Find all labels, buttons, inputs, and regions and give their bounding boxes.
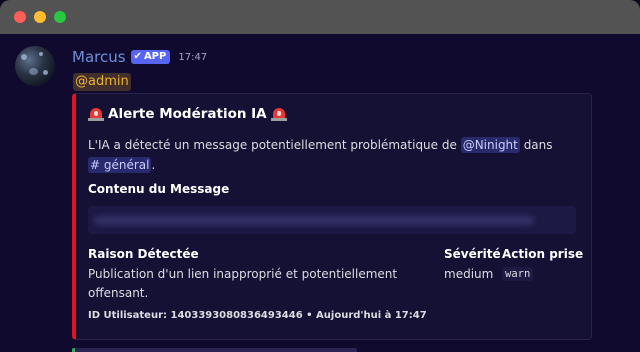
app-badge: ✔ APP — [130, 50, 171, 64]
role-mention-admin[interactable]: @admin — [73, 73, 131, 91]
minimize-window-button[interactable] — [34, 11, 46, 23]
checkmark-icon: ✔ — [133, 51, 142, 62]
rotating-light-icon — [88, 106, 104, 122]
description-text: . — [151, 158, 156, 172]
maximize-window-button[interactable] — [54, 11, 66, 23]
field-name-contenu: Contenu du Message — [88, 182, 230, 196]
app-window: Marcus ✔ APP 17:47 @admin Alerte Modérat… — [0, 0, 640, 352]
field-value-severite: medium — [444, 267, 494, 281]
spoiler-blur — [94, 216, 534, 225]
field-name-action: Action prise — [502, 247, 584, 261]
next-embed-edge — [72, 348, 357, 352]
message-area: Marcus ✔ APP 17:47 @admin Alerte Modérat… — [0, 34, 640, 352]
channel-mention[interactable]: # général — [88, 157, 152, 173]
avatar[interactable] — [15, 46, 55, 86]
embed-description: L'IA a détecté un message potentiellemen… — [88, 135, 568, 175]
embed-title-text: Alerte Modération IA — [108, 106, 267, 122]
user-mention[interactable]: @Ninight — [460, 137, 520, 153]
rotating-light-icon — [270, 106, 287, 122]
app-badge-label: APP — [143, 51, 167, 62]
title-bar — [0, 0, 640, 34]
close-window-button[interactable] — [14, 11, 26, 23]
field-value-raison: Publication d'un lien inapproprié et pot… — [88, 267, 398, 300]
description-text: L'IA a détecté un message potentiellemen… — [88, 138, 461, 152]
embed-title: Alerte Modération IA — [88, 106, 287, 122]
author-name[interactable]: Marcus — [72, 48, 126, 66]
field-name-raison: Raison Détectée — [88, 247, 199, 261]
spoiler-message-content[interactable] — [88, 206, 576, 234]
message-header: Marcus ✔ APP 17:47 — [72, 48, 207, 66]
embed-footer: ID Utilisateur: 1403393080836493446 • Au… — [88, 310, 427, 321]
field-name-severite: Sévérité — [444, 247, 501, 261]
description-text: dans — [519, 138, 553, 152]
moderation-embed: Alerte Modération IA L'IA a détecté un m… — [72, 93, 592, 340]
field-value-action: warn — [502, 267, 534, 281]
message-timestamp[interactable]: 17:47 — [178, 52, 207, 63]
